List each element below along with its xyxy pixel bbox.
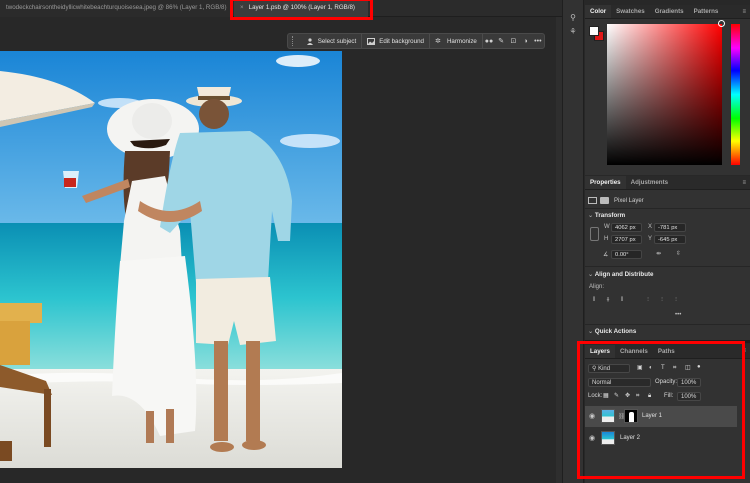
collapse-chevron-icon[interactable]: ⌄ xyxy=(588,212,595,219)
tab-patterns[interactable]: Patterns xyxy=(689,5,724,18)
hue-slider[interactable] xyxy=(731,24,740,165)
edit-background-label: Edit background xyxy=(379,37,424,45)
collapse-chevron-icon[interactable]: ⌄ xyxy=(588,328,595,335)
align-center-h-icon[interactable]: ⫵ xyxy=(604,296,612,304)
y-position-field[interactable]: -645 px xyxy=(654,235,686,244)
harmonize-label: Harmonize xyxy=(446,37,477,45)
fg-bg-color-swatches[interactable] xyxy=(589,26,605,42)
align-right-icon[interactable]: ⫴ xyxy=(618,296,626,304)
color-picker-handle[interactable] xyxy=(718,20,725,27)
divider xyxy=(585,208,750,209)
more-options-icon[interactable]: ••• xyxy=(532,34,544,48)
flip-horizontal-icon[interactable]: ⇹ xyxy=(656,250,661,257)
history-icon[interactable]: ⚲ xyxy=(568,13,578,23)
transform-section-title[interactable]: ⌄ Transform xyxy=(588,212,625,219)
transform-icon[interactable]: ⊡ xyxy=(507,34,519,48)
select-subject-label: Select subject xyxy=(317,37,357,45)
height-field[interactable]: 2707 px xyxy=(611,235,642,244)
highlight-box-active-tab xyxy=(230,0,373,20)
align-middle-v-icon[interactable]: ⫶ xyxy=(658,296,666,304)
tab-gradients[interactable]: Gradients xyxy=(650,5,689,18)
align-top-icon[interactable]: ⫶ xyxy=(644,296,652,304)
x-position-field[interactable]: -781 px xyxy=(654,223,686,232)
collapse-chevron-icon[interactable]: ⌄ xyxy=(588,271,595,278)
flip-vertical-icon[interactable]: ⇳ xyxy=(676,250,681,257)
color-panel-tabs: Color Swatches Gradients Patterns xyxy=(585,5,750,19)
pixel-layer-label: Pixel Layer xyxy=(614,198,644,205)
pixel-layer-icon xyxy=(588,197,597,204)
brush-settings-icon[interactable]: ⚘ xyxy=(568,27,578,37)
tab-properties[interactable]: Properties xyxy=(585,176,626,189)
align-label: Align: xyxy=(589,284,605,290)
document-canvas[interactable] xyxy=(0,51,342,468)
saturation-brightness-field[interactable] xyxy=(607,24,722,165)
select-subject-button[interactable]: Select subject xyxy=(301,34,363,48)
link-dimensions-icon[interactable] xyxy=(590,227,599,241)
contextual-task-bar: Select subject Edit background ✲ Harmoniz… xyxy=(287,33,545,49)
tab-swatches[interactable]: Swatches xyxy=(611,5,650,18)
height-label: H xyxy=(604,236,609,242)
drag-handle-icon[interactable] xyxy=(292,36,298,46)
tab-color[interactable]: Color xyxy=(585,5,612,18)
harmonize-button[interactable]: ✲ Harmonize xyxy=(430,34,483,48)
align-section-title[interactable]: ⌄ Align and Distribute xyxy=(588,271,653,278)
sparkle-icon: ✲ xyxy=(434,37,441,45)
pixel-layer-row: Pixel Layer xyxy=(588,197,644,204)
y-label: Y xyxy=(648,236,653,242)
tab-beach-jpeg[interactable]: twodeckchairsontheidyllicwhitebeachturqu… xyxy=(0,0,232,17)
divider xyxy=(585,266,750,267)
panel-menu-icon[interactable]: ≡ xyxy=(742,180,746,186)
adjustment-icon[interactable]: ◑ xyxy=(520,34,532,48)
angle-field[interactable]: 0.00° xyxy=(611,250,642,259)
layer-mask-icon xyxy=(600,197,609,204)
person-icon xyxy=(306,37,314,45)
properties-panel-tabs: Properties Adjustments xyxy=(585,176,750,190)
beach-couple-photo xyxy=(0,51,342,468)
image-icon xyxy=(367,37,376,45)
width-field[interactable]: 4062 px xyxy=(611,223,642,232)
divider xyxy=(585,324,750,325)
tab-adjustments[interactable]: Adjustments xyxy=(626,176,673,189)
mask-icon[interactable]: ●● xyxy=(483,34,495,48)
brush-icon[interactable]: ✎ xyxy=(495,34,507,48)
angle-icon: ∡ xyxy=(603,252,609,258)
align-bottom-icon[interactable]: ⫶ xyxy=(672,296,680,304)
x-label: X xyxy=(648,224,653,230)
foreground-color-swatch[interactable] xyxy=(589,26,599,36)
more-options-icon[interactable]: ••• xyxy=(675,312,681,318)
width-label: W xyxy=(604,224,610,230)
edit-background-button[interactable]: Edit background xyxy=(362,34,430,48)
panel-menu-icon[interactable]: ≡ xyxy=(742,9,746,15)
highlight-box-layers-panel xyxy=(577,341,745,479)
quick-actions-section-title[interactable]: ⌄ Quick Actions xyxy=(588,328,636,335)
align-left-icon[interactable]: ⫴ xyxy=(590,296,598,304)
